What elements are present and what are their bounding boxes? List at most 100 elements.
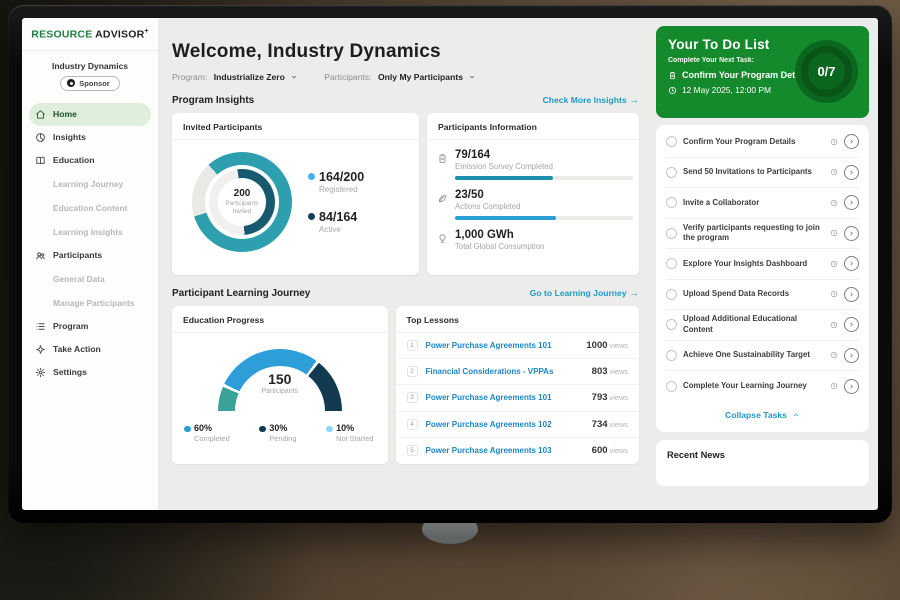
- lesson-rank: 4: [407, 419, 418, 430]
- actions-icon: [437, 193, 448, 204]
- sidebar-item-take-action[interactable]: Take Action: [22, 338, 158, 361]
- sidebar-item-manage-participants[interactable]: Manage Participants: [22, 291, 158, 315]
- education-progress-gauge-chart: 150 Participants: [218, 349, 342, 411]
- lesson-link[interactable]: Power Purchase Agreements 101: [426, 341, 579, 350]
- check-more-insights-link[interactable]: Check More Insights →: [543, 95, 639, 106]
- task-open-button[interactable]: [844, 165, 859, 180]
- task-checkbox[interactable]: [666, 167, 677, 178]
- lesson-link[interactable]: Power Purchase Agreements 101: [426, 393, 584, 402]
- sidebar-item-settings[interactable]: Settings: [22, 361, 158, 384]
- main-content: Welcome, Industry Dynamics Program: Indu…: [159, 18, 651, 510]
- learning-cards-row: Education Progress 150 Participants 60% …: [172, 306, 639, 464]
- section-title: Participant Learning Journey: [172, 288, 310, 299]
- task-checkbox[interactable]: [666, 319, 677, 330]
- clock-icon: [668, 86, 677, 95]
- task-label[interactable]: Complete Your Learning Journey: [683, 381, 824, 391]
- go-to-learning-journey-link[interactable]: Go to Learning Journey →: [530, 288, 639, 299]
- legend-label: Completed: [194, 434, 230, 443]
- dashboard-screen: RESOURCE ADVISOR+ Industry Dynamics Spon…: [22, 18, 878, 510]
- task-row: Confirm Your Program Details: [666, 127, 859, 158]
- donut-center-caption: Participants Invited: [220, 200, 264, 216]
- clock-icon: [830, 199, 838, 207]
- program-filter[interactable]: Program: Industrialize Zero: [172, 72, 298, 82]
- views-count: 600: [592, 445, 608, 456]
- legend-label: Registered: [319, 185, 364, 194]
- task-checkbox[interactable]: [666, 197, 677, 208]
- task-label[interactable]: Achieve One Sustainability Target: [683, 350, 824, 360]
- task-open-button[interactable]: [844, 226, 859, 241]
- task-row: Upload Spend Data Records: [666, 280, 859, 311]
- sidebar-item-participants[interactable]: Participants: [22, 244, 158, 267]
- clock-icon: [830, 138, 838, 146]
- chevron-right-icon: [848, 230, 855, 237]
- lesson-link[interactable]: Power Purchase Agreements 102: [426, 420, 584, 429]
- lesson-row: 1 Power Purchase Agreements 101 1000view…: [396, 333, 639, 359]
- gauge-center-label: 150 Participants: [218, 371, 342, 395]
- sidebar-item-label: Education: [53, 155, 95, 165]
- sidebar-nav: Home Insights Education Learning Journey…: [22, 103, 158, 384]
- lesson-link[interactable]: Power Purchase Agreements 103: [426, 446, 584, 455]
- chevron-right-icon: [848, 169, 855, 176]
- views-unit: views: [610, 446, 628, 455]
- task-label[interactable]: Upload Additional Educational Content: [683, 314, 824, 335]
- legend-dot-completed: [184, 426, 191, 433]
- lesson-link[interactable]: Financial Considerations - VPPAs: [426, 367, 584, 376]
- sidebar-item-learning-insights[interactable]: Learning Insights: [22, 220, 158, 244]
- sidebar-item-program[interactable]: Program: [22, 315, 158, 338]
- task-open-button[interactable]: [844, 287, 859, 302]
- participants-filter-value: Only My Participants: [378, 72, 463, 82]
- views-count: 1000: [586, 340, 607, 351]
- invited-participants-donut-chart: 200 Participants Invited: [192, 152, 292, 252]
- task-open-button[interactable]: [844, 379, 859, 394]
- donut-center-label: 200 Participants Invited: [192, 152, 292, 252]
- legend-value: 164/200: [319, 170, 364, 184]
- lesson-rank: 5: [407, 445, 418, 456]
- lesson-row: 3 Power Purchase Agreements 101 793views: [396, 385, 639, 411]
- todo-hero-card: Your To Do List Complete Your Next Task:…: [656, 26, 869, 118]
- task-row: Upload Additional Educational Content: [666, 310, 859, 341]
- task-label[interactable]: Upload Spend Data Records: [683, 289, 824, 299]
- task-label[interactable]: Explore Your Insights Dashboard: [683, 259, 824, 269]
- arrow-right-icon: →: [629, 288, 639, 299]
- task-checkbox[interactable]: [666, 381, 677, 392]
- sidebar-item-general-data[interactable]: General Data: [22, 267, 158, 291]
- task-checkbox[interactable]: [666, 289, 677, 300]
- participants-filter[interactable]: Participants: Only My Participants: [324, 72, 476, 82]
- task-checkbox[interactable]: [666, 228, 677, 239]
- sponsor-badge[interactable]: Sponsor: [60, 76, 119, 91]
- task-open-button[interactable]: [844, 195, 859, 210]
- app-logo: RESOURCE ADVISOR+: [22, 28, 158, 51]
- program-filter-value: Industrialize Zero: [214, 72, 285, 82]
- sidebar-item-insights[interactable]: Insights: [22, 126, 158, 149]
- task-open-button[interactable]: [844, 134, 859, 149]
- sidebar-item-education-content[interactable]: Education Content: [22, 196, 158, 220]
- sidebar-item-home[interactable]: Home: [29, 103, 151, 126]
- clock-icon: [830, 229, 838, 237]
- task-label[interactable]: Send 50 Invitations to Participants: [683, 167, 824, 177]
- task-label[interactable]: Verify participants requesting to join t…: [683, 223, 824, 244]
- chevron-right-icon: [848, 321, 855, 328]
- legend-registered: 164/200 Registered: [308, 170, 364, 194]
- task-row: Complete Your Learning Journey: [666, 371, 859, 402]
- legend-completed: 60% Completed: [184, 423, 230, 443]
- todo-due-label: 12 May 2025, 12:00 PM: [682, 85, 771, 95]
- task-label[interactable]: Confirm Your Program Details: [683, 137, 824, 147]
- task-checkbox[interactable]: [666, 258, 677, 269]
- monitor-frame: RESOURCE ADVISOR+ Industry Dynamics Spon…: [8, 5, 892, 523]
- task-open-button[interactable]: [844, 317, 859, 332]
- task-checkbox[interactable]: [666, 350, 677, 361]
- task-label[interactable]: Invite a Collaborator: [683, 198, 824, 208]
- todo-progress-badge: 0/7: [795, 40, 858, 103]
- stat-label: Actions Completed: [455, 202, 633, 211]
- sponsor-label: Sponsor: [79, 79, 109, 88]
- task-open-button[interactable]: [844, 348, 859, 363]
- sidebar-item-learning-journey[interactable]: Learning Journey: [22, 172, 158, 196]
- sidebar-item-education[interactable]: Education: [22, 149, 158, 172]
- chevron-right-icon: [848, 352, 855, 359]
- task-open-button[interactable]: [844, 256, 859, 271]
- clock-icon: [830, 321, 838, 329]
- collapse-label: Collapse Tasks: [725, 410, 787, 420]
- collapse-tasks-button[interactable]: Collapse Tasks: [666, 402, 859, 428]
- lesson-views: 803views: [592, 366, 628, 377]
- task-checkbox[interactable]: [666, 136, 677, 147]
